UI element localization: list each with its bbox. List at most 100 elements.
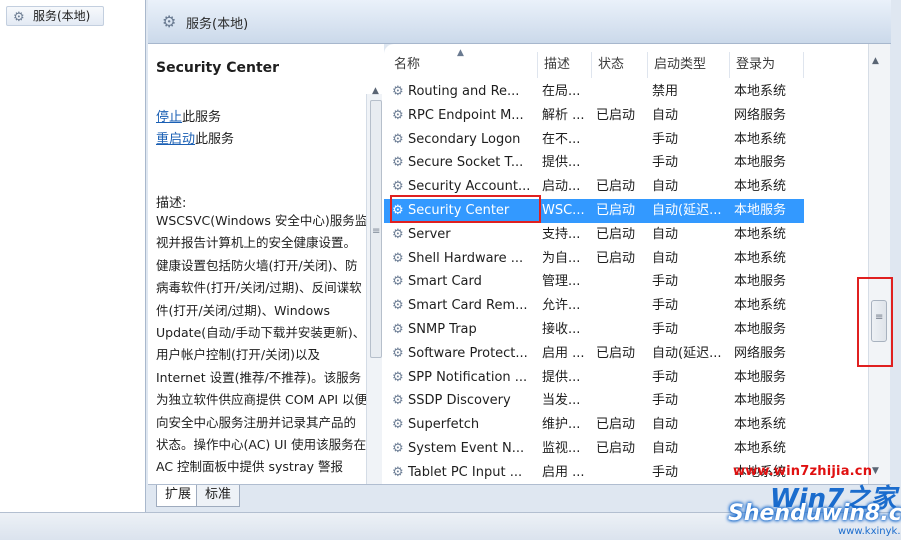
table-row[interactable]: ⚙ Shell Hardware ... 为自... 已启动 自动 本地系统 <box>384 247 804 271</box>
service-gear-icon: ⚙ <box>392 107 404 123</box>
table-row[interactable]: ⚙ SSDP Discovery 当发... 手动 本地服务 <box>384 389 804 413</box>
description-pane: Security Center 停止此服务 重启动此服务 描述: WSCSVC(… <box>148 44 384 484</box>
service-status <box>596 80 646 104</box>
service-name-cell: ⚙ Secondary Logon <box>392 128 540 152</box>
service-logon-as: 本地系统 <box>734 298 787 314</box>
table-row[interactable]: ⚙ Secondary Logon 在不... 手动 本地系统 <box>384 128 804 152</box>
description-label: 描述: <box>156 196 187 211</box>
service-status: 已启动 <box>596 179 636 195</box>
vertical-scrollbar[interactable] <box>868 44 890 484</box>
service-name: Secure Socket T... <box>408 155 524 171</box>
service-name-cell: ⚙ RPC Endpoint M... <box>392 104 540 128</box>
service-name-cell: ⚙ Software Protect... <box>392 342 540 366</box>
service-status: 已启动 <box>596 345 636 361</box>
service-logon-as: 本地系统 <box>734 417 787 433</box>
watermark-url: www.win7zhijia.cn <box>733 464 873 479</box>
service-status: 已启动 <box>596 417 636 433</box>
stop-service-row: 停止此服务 <box>156 106 221 125</box>
service-logon-as: 本地系统 <box>734 131 787 147</box>
scroll-up-arrow-icon[interactable]: ▲ <box>872 56 879 66</box>
service-description: 启用 ... <box>542 345 585 361</box>
service-status: 已启动 <box>596 203 636 218</box>
service-gear-icon: ⚙ <box>392 155 404 171</box>
service-description: 提供... <box>542 155 581 171</box>
service-gear-icon: ⚙ <box>392 417 404 433</box>
service-startup-type: 自动 <box>652 179 679 195</box>
service-name-cell: ⚙ Smart Card Rem... <box>392 294 540 318</box>
service-description: 允许... <box>542 298 581 314</box>
service-startup-type: 手动 <box>652 274 679 290</box>
service-name: System Event N... <box>408 441 525 456</box>
service-name: SNMP Trap <box>408 322 477 337</box>
column-header-logon-as[interactable]: 登录为 <box>730 52 804 78</box>
service-startup-type: 手动 <box>652 464 679 480</box>
tab-extended[interactable]: 扩展 <box>156 485 201 507</box>
scroll-thumb-highlight-box <box>857 277 893 367</box>
tab-standard[interactable]: 标准 <box>196 485 241 507</box>
table-row[interactable]: ⚙ Smart Card Rem... 允许... 手动 本地系统 <box>384 294 804 318</box>
service-description: 在不... <box>542 131 581 147</box>
table-row[interactable]: ⚙ System Event N... 监视... 已启动 自动 本地系统 <box>384 437 804 461</box>
service-logon-as: 本地服务 <box>734 393 787 409</box>
service-description: 管理... <box>542 274 581 290</box>
selection-highlight-box <box>390 195 541 223</box>
service-startup-type: 手动 <box>652 298 679 314</box>
service-description: 启用 ... <box>542 464 585 480</box>
service-gear-icon: ⚙ <box>392 464 404 480</box>
table-row[interactable]: ⚙ Software Protect... 启用 ... 已启动 自动(延迟... 网络服… <box>384 342 804 366</box>
service-description: 监视... <box>542 441 581 456</box>
scroll-down-arrow-icon[interactable]: ▼ <box>872 466 879 476</box>
service-startup-type: 自动 <box>652 441 679 456</box>
service-status <box>596 389 646 413</box>
table-row[interactable]: ⚙ Server 支持... 已启动 自动 本地系统 <box>384 223 804 247</box>
service-startup-type: 自动 <box>652 107 679 123</box>
tree-item-services-local[interactable]: ⚙ 服务(本地) <box>6 6 104 26</box>
column-header-description[interactable]: 描述 <box>538 52 592 78</box>
column-header-status[interactable]: 状态 <box>592 52 648 78</box>
service-description: WSC... <box>542 203 585 218</box>
table-row[interactable]: ⚙ SPP Notification ... 提供... 手动 本地服务 <box>384 366 804 390</box>
service-name-cell: ⚙ Secure Socket T... <box>392 151 540 175</box>
table-row[interactable]: ⚙ Secure Socket T... 提供... 手动 本地服务 <box>384 151 804 175</box>
service-gear-icon: ⚙ <box>392 250 404 266</box>
service-description: 在局... <box>542 84 581 99</box>
service-logon-as: 本地服务 <box>734 274 787 290</box>
service-name-cell: ⚙ SPP Notification ... <box>392 366 540 390</box>
service-name: Smart Card Rem... <box>408 298 528 314</box>
service-startup-type: 自动(延迟... <box>652 345 722 361</box>
grip-icon: ≡ <box>372 226 381 237</box>
service-status <box>596 318 646 342</box>
service-startup-type: 禁用 <box>652 84 679 99</box>
service-description: 为自... <box>542 250 581 266</box>
service-startup-type: 手动 <box>652 369 679 385</box>
service-name: Server <box>408 226 451 242</box>
service-logon-as: 网络服务 <box>734 345 787 361</box>
service-startup-type: 自动(延迟... <box>652 203 722 218</box>
table-row[interactable]: ⚙ RPC Endpoint M... 解析 ... 已启动 自动 网络服务 <box>384 104 804 128</box>
services-header: ⚙ 服务(本地) <box>148 0 891 44</box>
service-logon-as: 本地服务 <box>734 322 787 337</box>
service-logon-as: 本地服务 <box>734 155 787 171</box>
service-startup-type: 自动 <box>652 226 679 242</box>
service-gear-icon: ⚙ <box>392 369 404 385</box>
stop-service-link[interactable]: 停止 <box>156 110 182 125</box>
service-name: Superfetch <box>408 417 480 433</box>
service-startup-type: 手动 <box>652 131 679 147</box>
column-header-startup-type[interactable]: 启动类型 <box>648 52 730 78</box>
service-name: Software Protect... <box>408 345 528 361</box>
service-logon-as: 本地服务 <box>734 369 787 385</box>
table-row[interactable]: ⚙ SNMP Trap 接收... 手动 本地服务 <box>384 318 804 342</box>
gear-icon: ⚙ <box>13 10 25 25</box>
table-row[interactable]: ⚙ Routing and Re... 在局... 禁用 本地系统 <box>384 80 804 104</box>
service-gear-icon: ⚙ <box>392 84 404 99</box>
restart-service-link[interactable]: 重启动 <box>156 132 195 147</box>
service-status <box>596 366 646 390</box>
watermark-brand: Shenduwin8.com <box>728 501 901 526</box>
table-row[interactable]: ⚙ Superfetch 维护... 已启动 自动 本地系统 <box>384 413 804 437</box>
service-logon-as: 本地系统 <box>734 250 787 266</box>
service-name-cell: ⚙ Shell Hardware ... <box>392 247 540 271</box>
service-gear-icon: ⚙ <box>392 298 404 314</box>
table-row[interactable]: ⚙ Smart Card 管理... 手动 本地服务 <box>384 270 804 294</box>
scroll-up-arrow-icon[interactable]: ▲ <box>372 86 379 96</box>
service-name-cell: ⚙ Smart Card <box>392 270 540 294</box>
